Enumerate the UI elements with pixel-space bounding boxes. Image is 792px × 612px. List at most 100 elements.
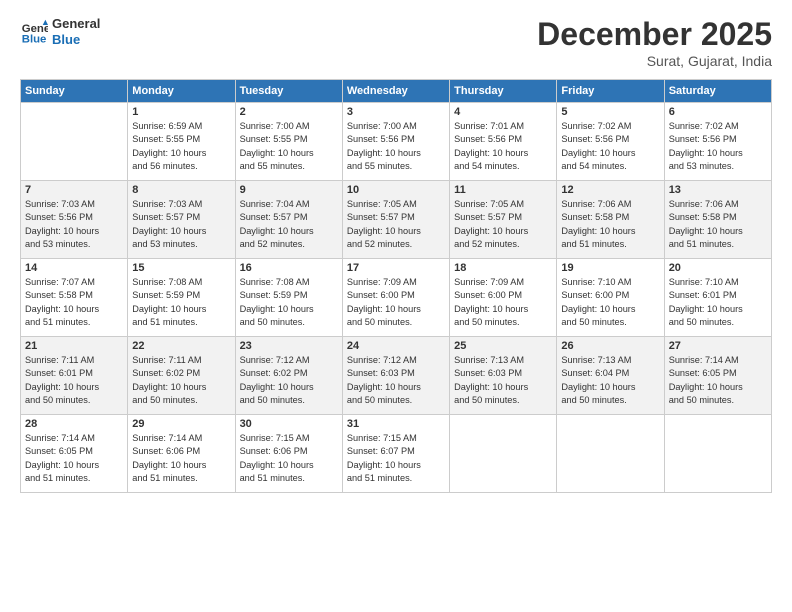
col-wednesday: Wednesday	[342, 80, 449, 103]
day-info: Sunrise: 7:09 AM Sunset: 6:00 PM Dayligh…	[454, 276, 552, 329]
logo: General Blue General Blue	[20, 16, 100, 47]
calendar-cell: 14Sunrise: 7:07 AM Sunset: 5:58 PM Dayli…	[21, 259, 128, 337]
calendar-cell	[664, 415, 771, 493]
day-number: 14	[25, 262, 123, 274]
day-info: Sunrise: 7:02 AM Sunset: 5:56 PM Dayligh…	[669, 120, 767, 173]
day-info: Sunrise: 7:09 AM Sunset: 6:00 PM Dayligh…	[347, 276, 445, 329]
day-info: Sunrise: 7:04 AM Sunset: 5:57 PM Dayligh…	[240, 198, 338, 251]
header: General Blue General Blue December 2025 …	[20, 16, 772, 69]
calendar-cell: 22Sunrise: 7:11 AM Sunset: 6:02 PM Dayli…	[128, 337, 235, 415]
calendar-cell: 23 Sunrise: 7:12 AM Sunset: 6:02 PM Dayli…	[235, 337, 342, 415]
day-number: 6	[669, 106, 767, 118]
month-title: December 2025	[537, 16, 772, 53]
day-number: 7	[25, 184, 123, 196]
col-sunday: Sunday	[21, 80, 128, 103]
calendar-week-4: 21 Sunrise: 7:11 AM Sunset: 6:01 PM Dayli…	[21, 337, 772, 415]
location-subtitle: Surat, Gujarat, India	[537, 53, 772, 69]
day-info: Sunrise: 7:05 AM Sunset: 5:57 PM Dayligh…	[454, 198, 552, 251]
logo-icon: General Blue	[20, 18, 48, 46]
day-info: Sunrise: 7:06 AM Sunset: 5:58 PM Dayligh…	[561, 198, 659, 251]
calendar-cell: 2 Sunrise: 7:00 AM Sunset: 5:55 PM Daylig…	[235, 103, 342, 181]
day-info: Sunrise: 7:00 AM Sunset: 5:55 PM Dayligh…	[240, 120, 338, 173]
calendar-cell: 11 Sunrise: 7:05 AM Sunset: 5:57 PM Dayli…	[450, 181, 557, 259]
day-number: 17	[347, 262, 445, 274]
col-friday: Friday	[557, 80, 664, 103]
day-number: 16	[240, 262, 338, 274]
day-number: 8	[132, 184, 230, 196]
day-number: 23	[240, 340, 338, 352]
header-row: Sunday Monday Tuesday Wednesday Thursday…	[21, 80, 772, 103]
calendar-cell: 24 Sunrise: 7:12 AM Sunset: 6:03 PM Dayli…	[342, 337, 449, 415]
calendar-cell: 17 Sunrise: 7:09 AM Sunset: 6:00 PM Dayli…	[342, 259, 449, 337]
day-info: Sunrise: 6:59 AM Sunset: 5:55 PM Dayligh…	[132, 120, 230, 173]
day-info: Sunrise: 7:14 AM Sunset: 6:06 PM Dayligh…	[132, 432, 230, 485]
day-number: 20	[669, 262, 767, 274]
svg-text:Blue: Blue	[22, 33, 47, 45]
day-info: Sunrise: 7:01 AM Sunset: 5:56 PM Dayligh…	[454, 120, 552, 173]
calendar-cell: 13Sunrise: 7:06 AM Sunset: 5:58 PM Dayli…	[664, 181, 771, 259]
calendar-cell: 19 Sunrise: 7:10 AM Sunset: 6:00 PM Dayli…	[557, 259, 664, 337]
calendar-cell: 6 Sunrise: 7:02 AM Sunset: 5:56 PM Daylig…	[664, 103, 771, 181]
calendar-cell: 12Sunrise: 7:06 AM Sunset: 5:58 PM Dayli…	[557, 181, 664, 259]
calendar-cell: 3 Sunrise: 7:00 AM Sunset: 5:56 PM Daylig…	[342, 103, 449, 181]
logo-line2: Blue	[52, 32, 100, 48]
logo-line1: General	[52, 16, 100, 32]
day-info: Sunrise: 7:10 AM Sunset: 6:00 PM Dayligh…	[561, 276, 659, 329]
day-info: Sunrise: 7:05 AM Sunset: 5:57 PM Dayligh…	[347, 198, 445, 251]
day-number: 19	[561, 262, 659, 274]
calendar-cell: 15Sunrise: 7:08 AM Sunset: 5:59 PM Dayli…	[128, 259, 235, 337]
day-number: 26	[561, 340, 659, 352]
calendar-cell: 26 Sunrise: 7:13 AM Sunset: 6:04 PM Dayli…	[557, 337, 664, 415]
day-number: 18	[454, 262, 552, 274]
day-number: 30	[240, 418, 338, 430]
calendar-week-5: 28 Sunrise: 7:14 AM Sunset: 6:05 PM Dayli…	[21, 415, 772, 493]
calendar-week-2: 7Sunrise: 7:03 AM Sunset: 5:56 PM Daylig…	[21, 181, 772, 259]
col-tuesday: Tuesday	[235, 80, 342, 103]
day-info: Sunrise: 7:03 AM Sunset: 5:57 PM Dayligh…	[132, 198, 230, 251]
calendar-cell	[21, 103, 128, 181]
day-info: Sunrise: 7:15 AM Sunset: 6:06 PM Dayligh…	[240, 432, 338, 485]
day-number: 2	[240, 106, 338, 118]
title-block: December 2025 Surat, Gujarat, India	[537, 16, 772, 69]
calendar-cell: 21 Sunrise: 7:11 AM Sunset: 6:01 PM Dayli…	[21, 337, 128, 415]
calendar-cell: 28 Sunrise: 7:14 AM Sunset: 6:05 PM Dayli…	[21, 415, 128, 493]
calendar-table: Sunday Monday Tuesday Wednesday Thursday…	[20, 79, 772, 493]
day-number: 24	[347, 340, 445, 352]
day-number: 11	[454, 184, 552, 196]
day-info: Sunrise: 7:02 AM Sunset: 5:56 PM Dayligh…	[561, 120, 659, 173]
day-number: 27	[669, 340, 767, 352]
day-info: Sunrise: 7:12 AM Sunset: 6:02 PM Dayligh…	[240, 354, 338, 407]
calendar-cell: 8 Sunrise: 7:03 AM Sunset: 5:57 PM Daylig…	[128, 181, 235, 259]
day-number: 25	[454, 340, 552, 352]
day-info: Sunrise: 7:12 AM Sunset: 6:03 PM Dayligh…	[347, 354, 445, 407]
calendar-cell	[557, 415, 664, 493]
col-monday: Monday	[128, 80, 235, 103]
day-number: 21	[25, 340, 123, 352]
day-number: 4	[454, 106, 552, 118]
calendar-container: General Blue General Blue December 2025 …	[0, 0, 792, 503]
col-thursday: Thursday	[450, 80, 557, 103]
day-number: 28	[25, 418, 123, 430]
calendar-cell: 9Sunrise: 7:04 AM Sunset: 5:57 PM Daylig…	[235, 181, 342, 259]
calendar-cell: 16Sunrise: 7:08 AM Sunset: 5:59 PM Dayli…	[235, 259, 342, 337]
day-number: 31	[347, 418, 445, 430]
day-number: 15	[132, 262, 230, 274]
calendar-cell: 29 Sunrise: 7:14 AM Sunset: 6:06 PM Dayli…	[128, 415, 235, 493]
calendar-cell: 18 Sunrise: 7:09 AM Sunset: 6:00 PM Dayli…	[450, 259, 557, 337]
day-info: Sunrise: 7:14 AM Sunset: 6:05 PM Dayligh…	[25, 432, 123, 485]
calendar-cell: 27 Sunrise: 7:14 AM Sunset: 6:05 PM Dayli…	[664, 337, 771, 415]
day-info: Sunrise: 7:13 AM Sunset: 6:03 PM Dayligh…	[454, 354, 552, 407]
day-info: Sunrise: 7:14 AM Sunset: 6:05 PM Dayligh…	[669, 354, 767, 407]
calendar-cell: 20Sunrise: 7:10 AM Sunset: 6:01 PM Dayli…	[664, 259, 771, 337]
day-info: Sunrise: 7:11 AM Sunset: 6:01 PM Dayligh…	[25, 354, 123, 407]
day-number: 10	[347, 184, 445, 196]
day-number: 3	[347, 106, 445, 118]
day-number: 29	[132, 418, 230, 430]
day-info: Sunrise: 7:06 AM Sunset: 5:58 PM Dayligh…	[669, 198, 767, 251]
calendar-cell: 31Sunrise: 7:15 AM Sunset: 6:07 PM Dayli…	[342, 415, 449, 493]
day-info: Sunrise: 7:13 AM Sunset: 6:04 PM Dayligh…	[561, 354, 659, 407]
calendar-cell: 7Sunrise: 7:03 AM Sunset: 5:56 PM Daylig…	[21, 181, 128, 259]
day-number: 1	[132, 106, 230, 118]
day-info: Sunrise: 7:11 AM Sunset: 6:02 PM Dayligh…	[132, 354, 230, 407]
day-info: Sunrise: 7:00 AM Sunset: 5:56 PM Dayligh…	[347, 120, 445, 173]
